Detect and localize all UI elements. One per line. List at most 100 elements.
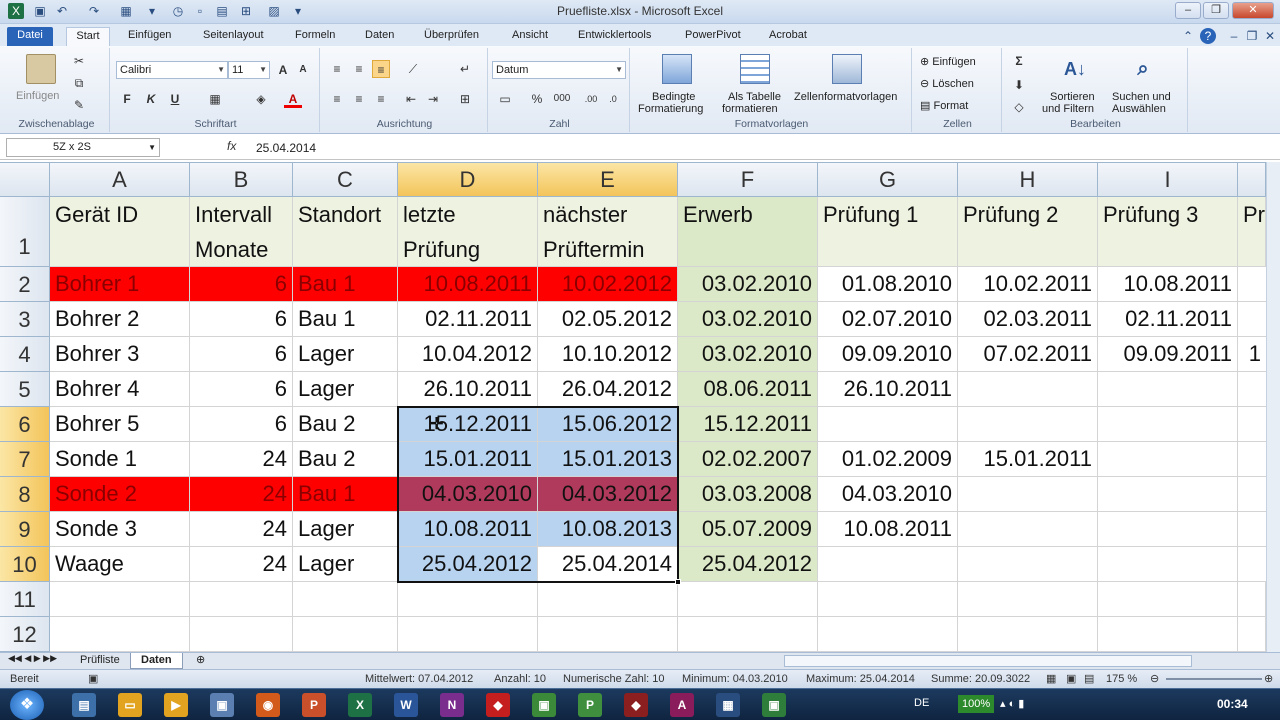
cell-f4[interactable]: 03.02.2010 — [678, 337, 818, 372]
sheet-tab-pruefliste[interactable]: Prüfliste — [70, 653, 130, 669]
paste-icon[interactable] — [26, 54, 56, 84]
cell-c9[interactable]: Lager — [293, 512, 398, 547]
underline-button[interactable]: U — [166, 90, 184, 108]
format-cells-button[interactable]: ▤ Format — [920, 100, 968, 113]
header-i[interactable]: Prüfung 3 — [1098, 197, 1238, 232]
empty-cell[interactable] — [293, 582, 398, 617]
folder-icon[interactable]: ▭ — [118, 693, 142, 717]
empty-cell[interactable] — [818, 582, 958, 617]
column-header-f[interactable]: F — [678, 163, 818, 197]
app-icon-4[interactable]: ▣ — [762, 693, 786, 717]
header-e[interactable]: nächster — [538, 197, 678, 232]
acrobat-icon[interactable]: ◆ — [486, 693, 510, 717]
app-icon-2[interactable]: ◆ — [624, 693, 648, 717]
cell-d10[interactable]: 25.04.2012 — [398, 547, 538, 582]
empty-cell[interactable] — [1098, 617, 1238, 652]
empty-cell[interactable] — [293, 617, 398, 652]
header-d-line2[interactable]: Prüfung — [398, 232, 538, 267]
header-d[interactable]: letzte — [398, 197, 538, 232]
cell-b3[interactable]: 6 — [190, 302, 293, 337]
cell-c2[interactable]: Bau 1 — [293, 267, 398, 302]
cell-h4[interactable]: 07.02.2011 — [958, 337, 1098, 372]
row-header-1[interactable]: 1 — [0, 197, 50, 267]
help-icon[interactable]: ? — [1200, 28, 1216, 44]
header-a[interactable]: Gerät ID — [50, 197, 190, 232]
tab-review[interactable]: Überprüfen — [424, 27, 479, 46]
cell-j10[interactable] — [1238, 547, 1266, 582]
fill-icon[interactable]: ⬇ — [1010, 76, 1028, 94]
cell-h8[interactable] — [958, 477, 1098, 512]
italic-button[interactable]: K — [142, 90, 160, 108]
cell-c10[interactable]: Lager — [293, 547, 398, 582]
sort-filter-button[interactable]: und Filtern — [1042, 103, 1094, 116]
cell-d9[interactable]: 10.08.2011 — [398, 512, 538, 547]
cell-a8[interactable]: Sonde 2 — [50, 477, 190, 512]
cell-j9[interactable] — [1238, 512, 1266, 547]
media-icon[interactable]: ▶ — [164, 693, 188, 717]
cell-j2[interactable] — [1238, 267, 1266, 302]
align-right-icon[interactable]: ≡ — [372, 90, 390, 108]
cell-e9[interactable]: 10.08.2013 — [538, 512, 678, 547]
cell-h10[interactable] — [958, 547, 1098, 582]
cell-a7[interactable]: Sonde 1 — [50, 442, 190, 477]
align-center-icon[interactable]: ≡ — [350, 90, 368, 108]
cell-g8[interactable]: 04.03.2010 — [818, 477, 958, 512]
cell-i10[interactable] — [1098, 547, 1238, 582]
delete-cells-button[interactable]: ⊖ Löschen — [920, 78, 974, 91]
doc-restore-icon[interactable]: ❐ — [1244, 28, 1260, 44]
row-header-9[interactable]: 9 — [0, 512, 50, 547]
empty-cell[interactable] — [818, 617, 958, 652]
row-header-2[interactable]: 2 — [0, 267, 50, 302]
sort-filter-icon[interactable]: A↓ — [1060, 54, 1090, 84]
cell-j8[interactable] — [1238, 477, 1266, 512]
tab-file[interactable]: Datei — [7, 27, 53, 46]
cell-h2[interactable]: 10.02.2011 — [958, 267, 1098, 302]
align-middle-icon[interactable]: ≡ — [350, 60, 368, 78]
cell-b6[interactable]: 6 — [190, 407, 293, 442]
cell-c8[interactable]: Bau 1 — [293, 477, 398, 512]
increase-decimal-icon[interactable]: .00 — [582, 90, 600, 108]
close-button[interactable]: ✕ — [1232, 2, 1274, 19]
column-header-g[interactable]: G — [818, 163, 958, 197]
cell-d4[interactable]: 10.04.2012 — [398, 337, 538, 372]
powerpoint-icon[interactable]: P — [302, 693, 326, 717]
cell-e3[interactable]: 02.05.2012 — [538, 302, 678, 337]
access-icon[interactable]: A — [670, 693, 694, 717]
zoom-level[interactable]: 175 % — [1106, 670, 1137, 688]
empty-cell[interactable] — [958, 582, 1098, 617]
cell-c7[interactable]: Bau 2 — [293, 442, 398, 477]
empty-cell[interactable] — [1238, 617, 1266, 652]
empty-cell[interactable] — [398, 617, 538, 652]
normal-view-icon[interactable]: ▦ — [1046, 670, 1056, 688]
zoom-out-icon[interactable]: ⊖ — [1150, 670, 1159, 688]
header-b[interactable]: Intervall — [190, 197, 293, 232]
cell-i6[interactable] — [1098, 407, 1238, 442]
tab-acrobat[interactable]: Acrobat — [769, 27, 807, 46]
doc-minimize-icon[interactable]: – — [1226, 28, 1242, 44]
cell-g4[interactable]: 09.09.2010 — [818, 337, 958, 372]
cell-b8[interactable]: 24 — [190, 477, 293, 512]
cell-c4[interactable]: Lager — [293, 337, 398, 372]
firefox-icon[interactable]: ◉ — [256, 693, 280, 717]
cell-h6[interactable] — [958, 407, 1098, 442]
cell-d3[interactable]: 02.11.2011 — [398, 302, 538, 337]
cell-g2[interactable]: 01.08.2010 — [818, 267, 958, 302]
clock[interactable]: 00:34 — [1217, 697, 1248, 711]
cell-g3[interactable]: 02.07.2010 — [818, 302, 958, 337]
cell-e5[interactable]: 26.04.2012 — [538, 372, 678, 407]
empty-cell[interactable] — [538, 617, 678, 652]
cell-f6[interactable]: 15.12.2011 — [678, 407, 818, 442]
cell-f10[interactable]: 25.04.2012 — [678, 547, 818, 582]
empty-cell[interactable] — [538, 582, 678, 617]
font-size-select[interactable]: 11 ▼ — [228, 61, 270, 79]
column-header-b[interactable]: B — [190, 163, 293, 197]
header-h[interactable]: Prüfung 2 — [958, 197, 1098, 232]
paste-button[interactable]: Einfügen — [16, 90, 59, 103]
increase-indent-icon[interactable]: ⇥ — [424, 90, 442, 108]
word-icon[interactable]: W — [394, 693, 418, 717]
cell-f8[interactable]: 03.03.2008 — [678, 477, 818, 512]
cell-i4[interactable]: 09.09.2011 — [1098, 337, 1238, 372]
cell-i2[interactable]: 10.08.2011 — [1098, 267, 1238, 302]
font-color-icon[interactable]: A — [284, 90, 302, 108]
cell-e2[interactable]: 10.02.2012 — [538, 267, 678, 302]
